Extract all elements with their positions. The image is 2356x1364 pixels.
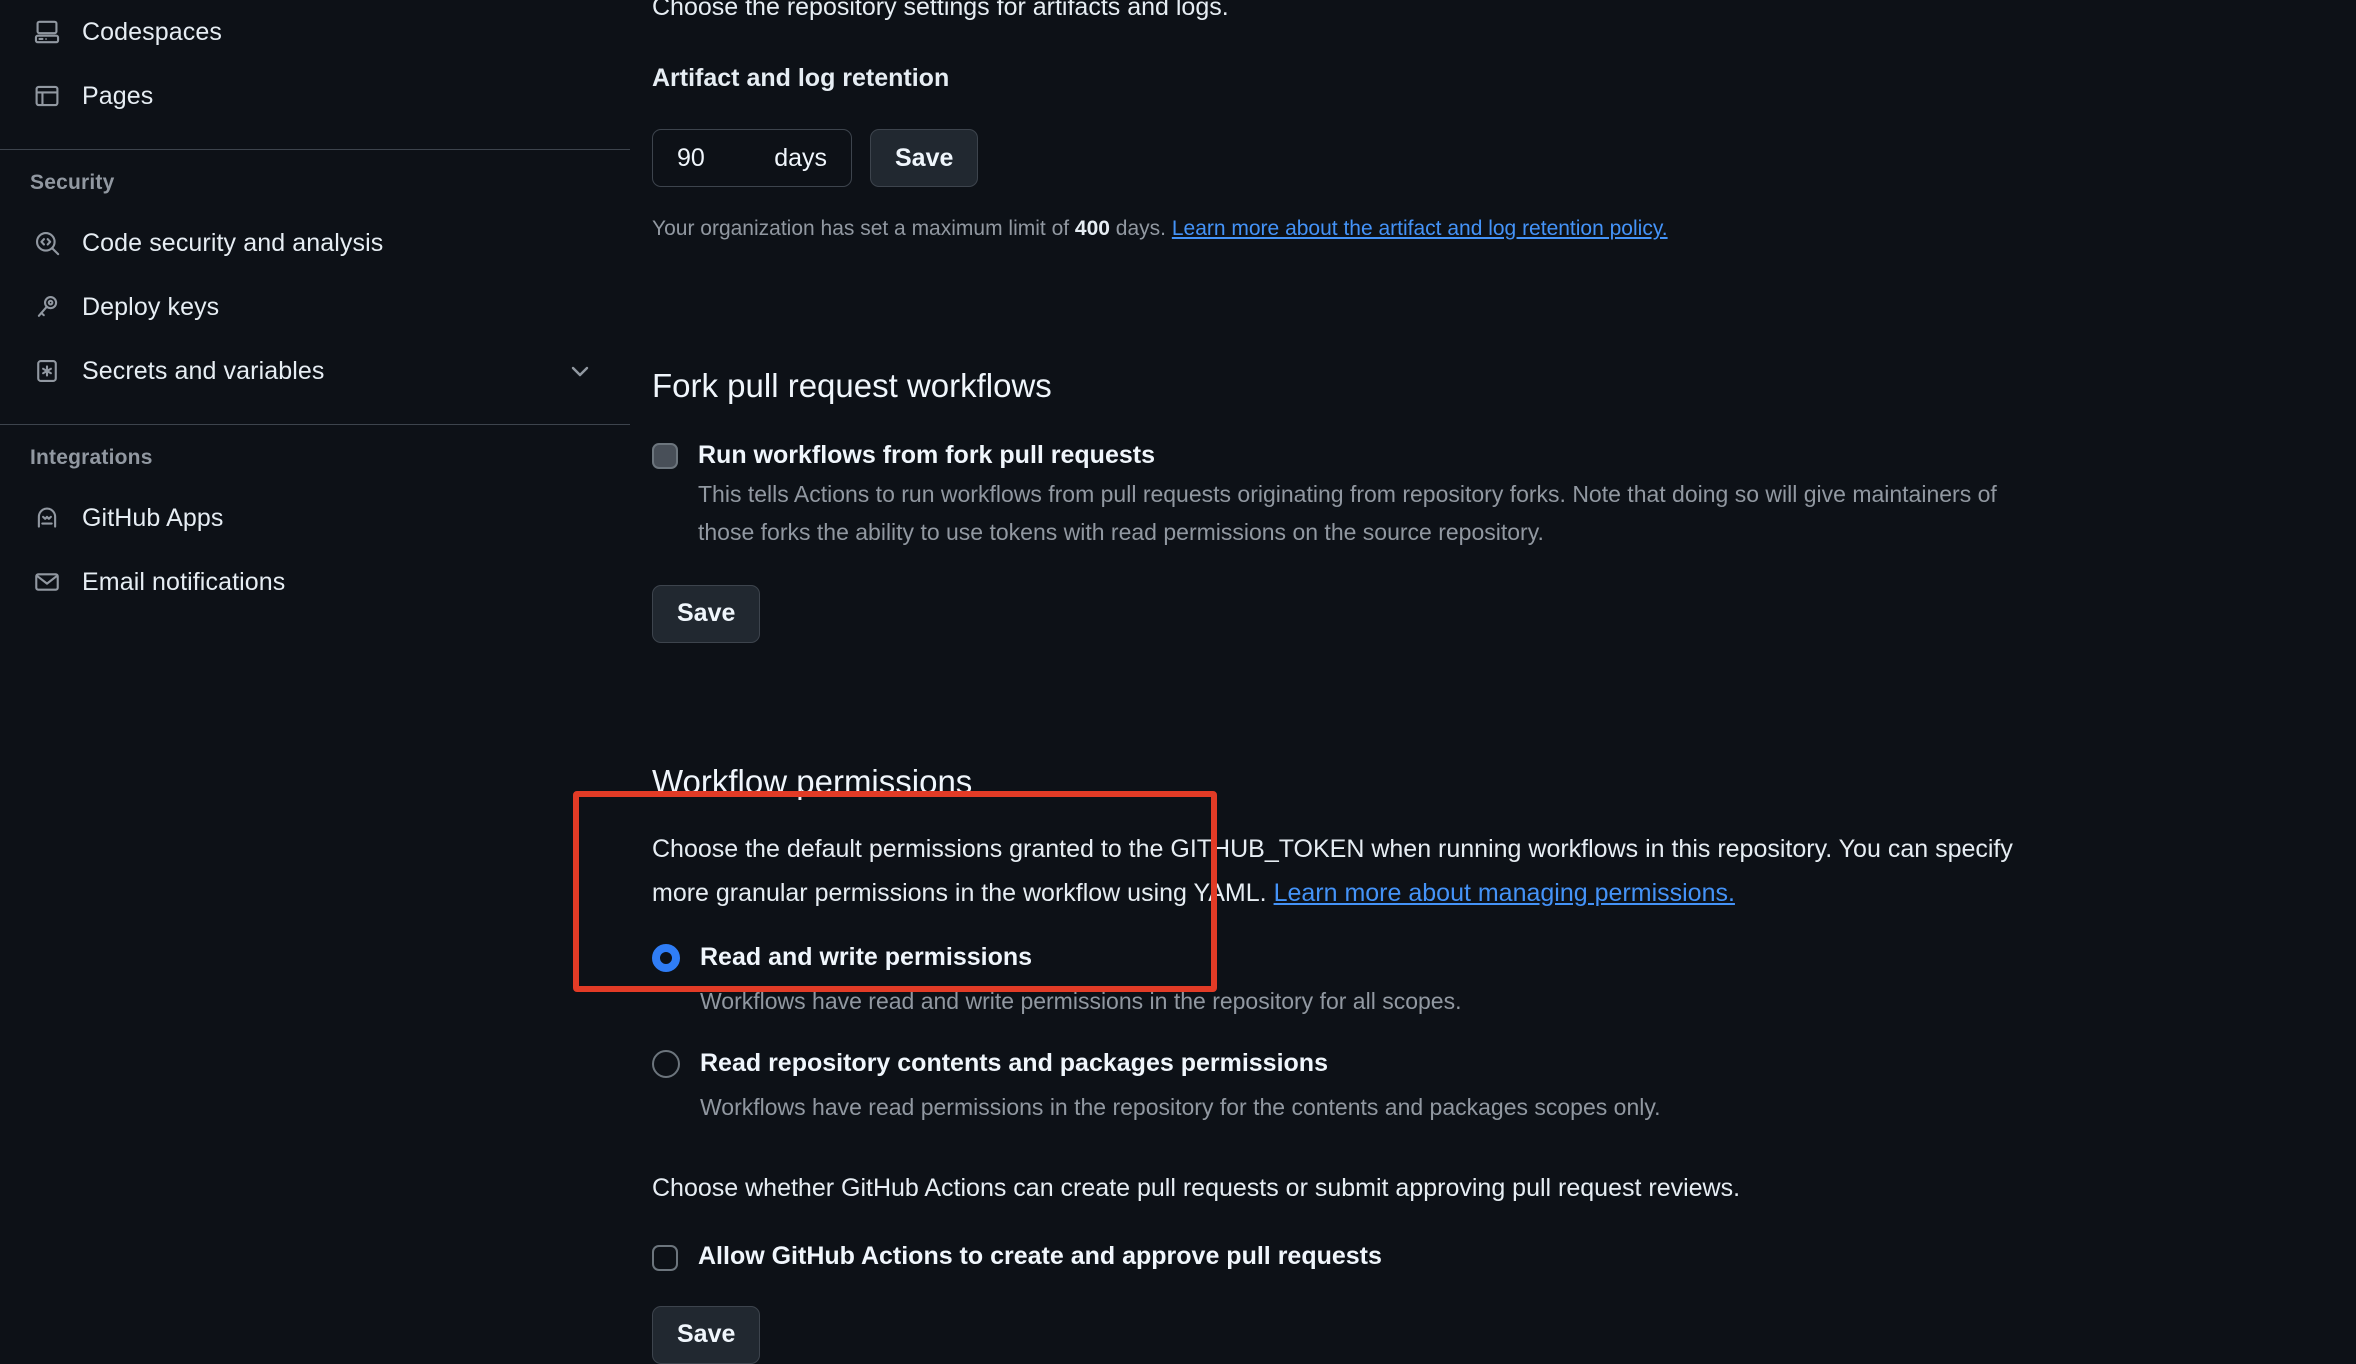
sidebar-item-email-notifications[interactable]: Email notifications [0,550,630,614]
workflow-permissions-paragraph: Choose the default permissions granted t… [652,827,2052,915]
sidebar-item-label: Deploy keys [82,292,220,321]
sidebar-item-code-security-and-analysis[interactable]: Code security and analysis [0,211,630,275]
read-write-permissions-description: Workflows have read and write permission… [700,987,1462,1014]
sidebar-item-label: Code security and analysis [82,228,384,257]
approve-pull-requests-paragraph: Choose whether GitHub Actions can create… [652,1173,1741,1202]
workflow-permissions-section: Workflow permissions Choose the default … [652,763,2316,1364]
managing-permissions-link[interactable]: Learn more about managing permissions. [1274,879,1735,907]
intro-text: Choose the repository settings for artif… [652,0,1229,21]
actions-settings-content: Choose the repository settings for artif… [630,0,2356,1364]
sidebar-item-secrets-and-variables[interactable]: Secrets and variables [0,339,630,403]
sidebar-item-deploy-keys[interactable]: Deploy keys [0,275,630,339]
read-contents-permissions-radio[interactable] [652,1049,680,1078]
retention-save-button[interactable]: Save [870,129,979,187]
fork-section-heading: Fork pull request workflows [652,366,1052,404]
retention-controls-row: 90 days Save [652,129,2316,187]
codespaces-icon [30,15,64,49]
asterisk-key-icon [30,354,64,388]
read-write-permissions-row[interactable]: Read and write permissions [652,941,2316,973]
sidebar-item-label: Secrets and variables [82,356,325,385]
read-contents-permissions-label: Read repository contents and packages pe… [700,1048,1328,1077]
allow-create-approve-row[interactable]: Allow GitHub Actions to create and appro… [652,1240,2316,1272]
sidebar-section-title-integrations: Integrations [30,446,153,469]
allow-create-approve-label: Allow GitHub Actions to create and appro… [698,1241,1382,1270]
workflow-permissions-save-button[interactable]: Save [652,1305,761,1364]
sidebar-divider [0,424,630,425]
retention-days-input[interactable]: 90 days [652,129,852,187]
retention-days-unit: days [774,143,827,172]
sidebar-divider [0,149,630,150]
run-fork-workflows-label: Run workflows from fork pull requests [698,440,1155,469]
sidebar-item-label: GitHub Apps [82,503,224,532]
key-icon [30,290,64,324]
sidebar-item-label: Email notifications [82,567,286,596]
fork-pull-request-workflows-section: Fork pull request workflows Run workflow… [652,367,2316,643]
run-fork-workflows-description: This tells Actions to run workflows from… [698,480,1997,545]
note-prefix: Your organization has set a maximum limi… [652,217,1075,240]
settings-sidebar: Codespaces Pages Security Code security … [0,0,630,614]
artifact-retention-policy-link[interactable]: Learn more about the artifact and log re… [1172,217,1668,240]
sidebar-section-title-security: Security [30,171,115,194]
read-write-permissions-radio[interactable] [652,943,680,972]
chevron-down-icon[interactable] [566,357,594,385]
run-fork-workflows-checkbox[interactable] [652,442,678,469]
envelope-icon [30,565,64,599]
sidebar-item-label: Pages [82,81,154,110]
note-limit-value: 400 [1074,217,1110,240]
sidebar-item-github-apps[interactable]: GitHub Apps [0,486,630,550]
read-contents-permissions-row[interactable]: Read repository contents and packages pe… [652,1047,2316,1079]
fork-save-button[interactable]: Save [652,584,761,643]
allow-create-approve-checkbox[interactable] [652,1244,678,1271]
sidebar-item-label: Codespaces [82,17,222,46]
workflow-permissions-heading: Workflow permissions [652,762,973,800]
artifact-retention-heading: Artifact and log retention [652,64,950,92]
retention-limit-note: Your organization has set a maximum limi… [652,213,2316,245]
code-search-icon [30,226,64,260]
sidebar-item-codespaces[interactable]: Codespaces [0,0,630,64]
retention-days-value: 90 [677,143,705,172]
sidebar-item-pages[interactable]: Pages [0,64,630,128]
run-fork-workflows-row[interactable]: Run workflows from fork pull requests [652,439,2316,471]
settings-page: Codespaces Pages Security Code security … [0,0,2356,1364]
browser-window-icon [30,79,64,113]
read-write-permissions-label: Read and write permissions [700,942,1033,971]
github-app-robot-icon [30,501,64,535]
note-middle: days. [1109,217,1172,240]
read-contents-permissions-description: Workflows have read permissions in the r… [700,1093,1661,1120]
